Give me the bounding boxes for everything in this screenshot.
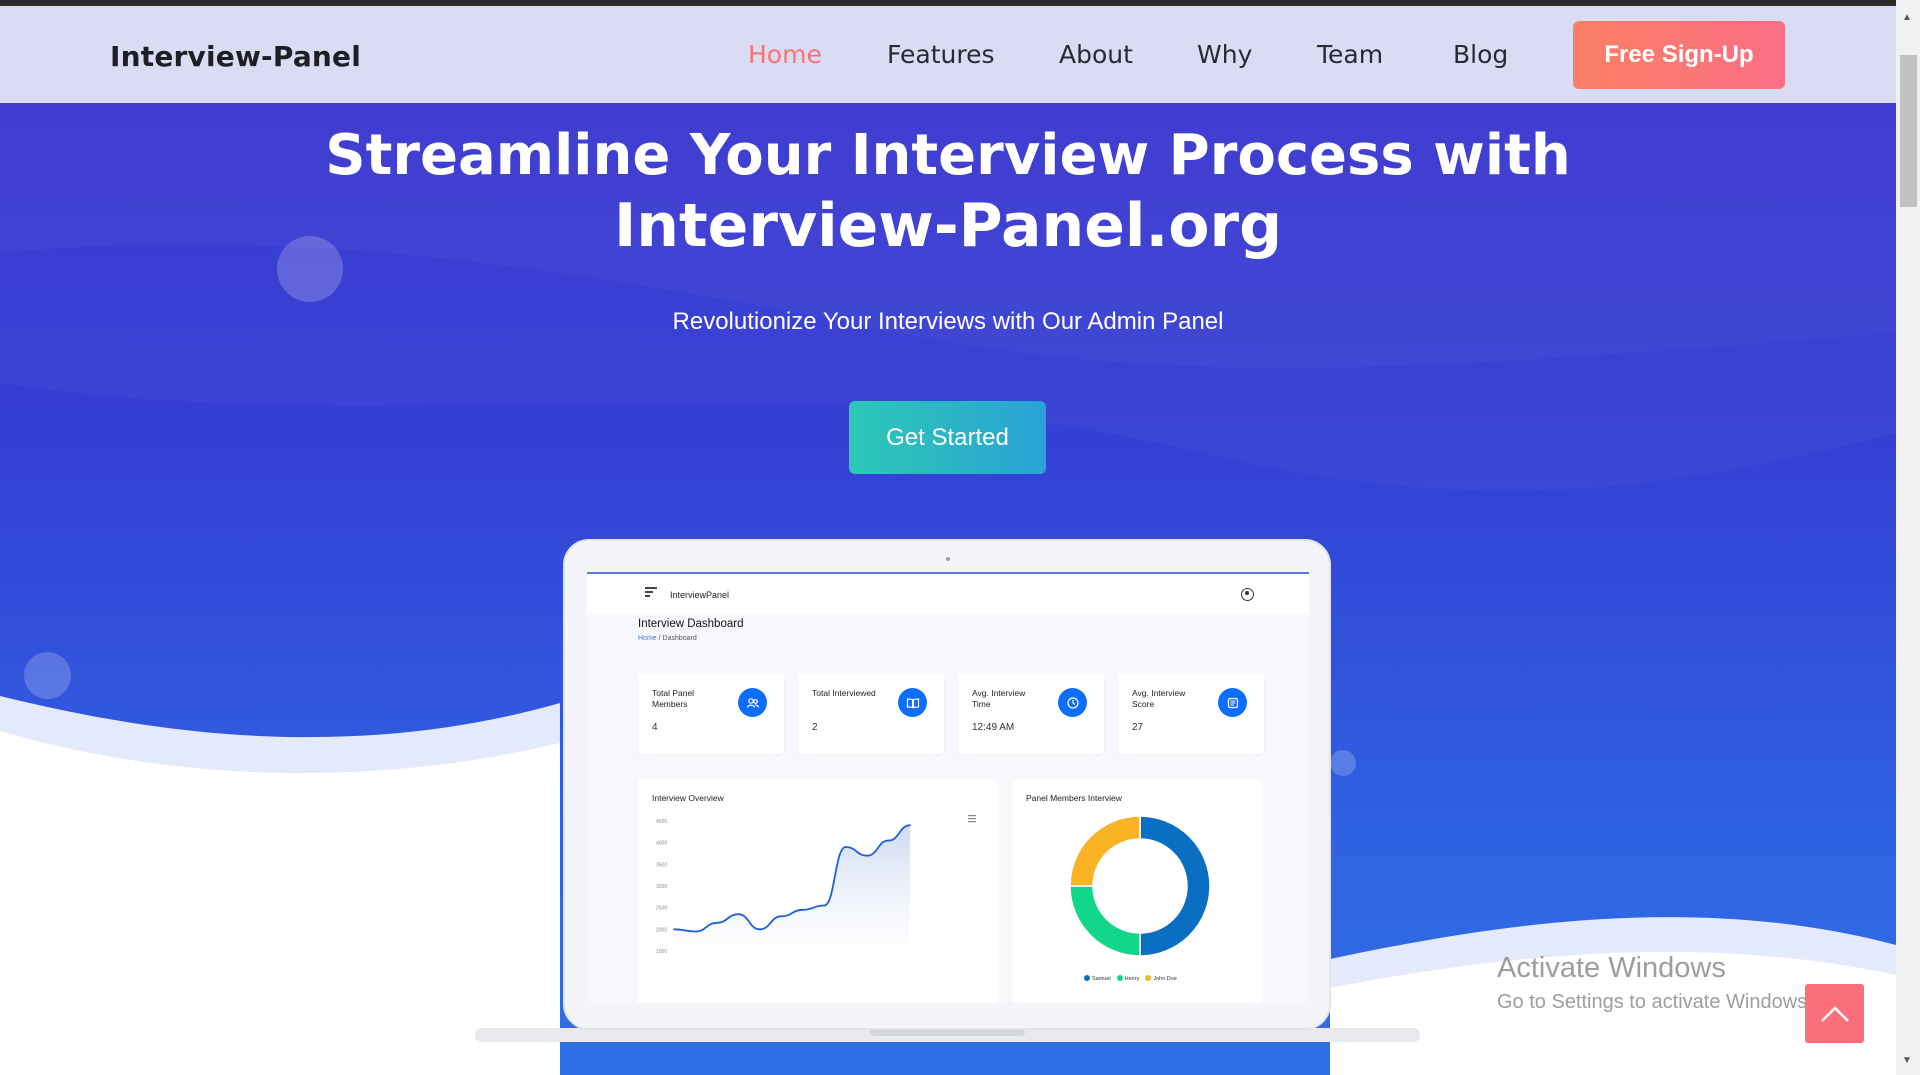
line-point — [737, 913, 740, 916]
nav-link-home[interactable]: Home — [748, 40, 822, 69]
interview-overview-chart: 4500 4000 3500 3000 2500 2000 1500 — [656, 815, 976, 955]
dashboard-title: Interview Dashboard — [638, 618, 744, 630]
nav-link-why[interactable]: Why — [1197, 40, 1252, 69]
stat-card-value: 2 — [812, 722, 818, 733]
menu-icon — [645, 587, 657, 597]
stat-card-value: 4 — [652, 722, 658, 733]
decorative-circle — [1330, 750, 1356, 776]
legend-dot — [1084, 975, 1090, 981]
hero-title: Streamline Your Interview Process with I… — [0, 121, 1896, 261]
stat-card-total-interviewed: Total Interviewed 2 — [798, 674, 944, 754]
app-name: InterviewPanel — [670, 590, 730, 600]
scroll-down-arrow-icon[interactable]: ▼ — [1902, 1055, 1912, 1066]
legend-item: Samuel — [1084, 975, 1111, 982]
y-tick-label: 4000 — [656, 841, 667, 847]
line-point — [823, 904, 826, 907]
legend-dot — [1145, 975, 1152, 981]
panel-members-panel: Panel Members Interview Samuel Henry Joh… — [1012, 779, 1262, 1003]
donut-slice — [1069, 815, 1141, 887]
users-icon — [738, 688, 767, 717]
breadcrumb-separator: / — [658, 635, 661, 642]
legend-item: Henry — [1116, 975, 1140, 982]
line-point — [673, 928, 675, 931]
panel-members-donut — [1069, 815, 1211, 957]
line-point — [694, 930, 697, 933]
y-tick-label: 2000 — [656, 927, 667, 933]
decorative-circle — [24, 652, 71, 699]
hero-title-line1: Streamline Your Interview Process with — [325, 123, 1571, 188]
stat-card-label: Avg. Interview Score — [1132, 688, 1186, 709]
report-icon — [1218, 688, 1247, 717]
breadcrumb-current: Dashboard — [662, 635, 697, 642]
y-tick-label: 3000 — [656, 884, 667, 890]
donut-legend: Samuel Henry John Doe — [1084, 975, 1177, 982]
breadcrumb-home: Home — [638, 635, 657, 642]
nav-link-about[interactable]: About — [1059, 40, 1133, 69]
back-to-top-button[interactable] — [1805, 984, 1864, 1043]
clock-icon — [1058, 688, 1087, 717]
y-tick-label: 1500 — [656, 949, 667, 955]
donut-slice — [1069, 885, 1141, 957]
interview-overview-panel: Interview Overview 4500 4000 3500 3000 2500 2… — [638, 779, 998, 1003]
scrollbar-thumb[interactable] — [1900, 55, 1917, 207]
chevron-up-icon — [1820, 1005, 1849, 1022]
donut-slice — [1139, 815, 1211, 957]
line-point — [844, 846, 847, 848]
line-point — [909, 824, 911, 827]
dashboard-screenshot: InterviewPanel Interview Dashboard Home … — [587, 572, 1309, 1003]
legend-dot — [1116, 975, 1123, 981]
chart-menu-icon[interactable] — [968, 815, 976, 823]
legend-label: Samuel — [1092, 976, 1111, 982]
stat-card-avg-score: Avg. Interview Score 27 — [1118, 674, 1264, 754]
navbar: Interview-Panel Home Features About Why … — [0, 6, 1896, 103]
scroll-up-arrow-icon[interactable]: ▲ — [1902, 12, 1912, 23]
line-point — [716, 921, 718, 924]
stat-card-label: Total Interviewed — [812, 688, 876, 698]
app-header: InterviewPanel — [587, 574, 1309, 614]
stat-card-label: Avg. Interview Time — [972, 688, 1026, 709]
stat-card-panel-members: Total Panel Members 4 — [638, 674, 784, 754]
stat-card-avg-time: Avg. Interview Time 12:49 AM — [958, 674, 1104, 754]
hero-title-line2: Interview-Panel.org — [613, 191, 1283, 261]
book-icon — [898, 688, 927, 717]
activate-windows-watermark: Activate Windows Go to Settings to activ… — [1497, 952, 1813, 1014]
line-point — [758, 928, 761, 931]
user-icon — [1241, 588, 1254, 601]
line-point — [780, 915, 783, 918]
breadcrumb: Home / Dashboard — [638, 635, 697, 642]
brand-logo[interactable]: Interview-Panel — [110, 40, 361, 73]
stat-card-value: 27 — [1132, 722, 1144, 733]
y-tick-label: 2500 — [656, 906, 667, 912]
line-point — [801, 908, 804, 911]
legend-item: John Doe — [1145, 975, 1177, 982]
line-point — [887, 839, 890, 842]
laptop-camera — [946, 557, 950, 561]
hero-subtitle: Revolutionize Your Interviews with Our A… — [672, 308, 1224, 335]
line-point — [866, 854, 868, 857]
activate-subtitle: Go to Settings to activate Windows. — [1497, 991, 1813, 1013]
line-area — [674, 825, 910, 951]
activate-title: Activate Windows — [1497, 952, 1726, 984]
get-started-button[interactable]: Get Started — [849, 401, 1046, 474]
legend-label: John Doe — [1153, 976, 1177, 982]
free-signup-button[interactable]: Free Sign-Up — [1573, 21, 1785, 89]
stat-card-value: 12:49 AM — [972, 722, 1015, 733]
y-tick-label: 4500 — [656, 819, 667, 825]
stat-card-label: Total Panel Members — [652, 688, 695, 709]
nav-link-team[interactable]: Team — [1317, 40, 1383, 69]
nav-link-blog[interactable]: Blog — [1453, 40, 1508, 69]
y-tick-label: 3500 — [656, 862, 667, 868]
legend-label: Henry — [1124, 976, 1140, 982]
nav-link-features[interactable]: Features — [887, 40, 995, 69]
